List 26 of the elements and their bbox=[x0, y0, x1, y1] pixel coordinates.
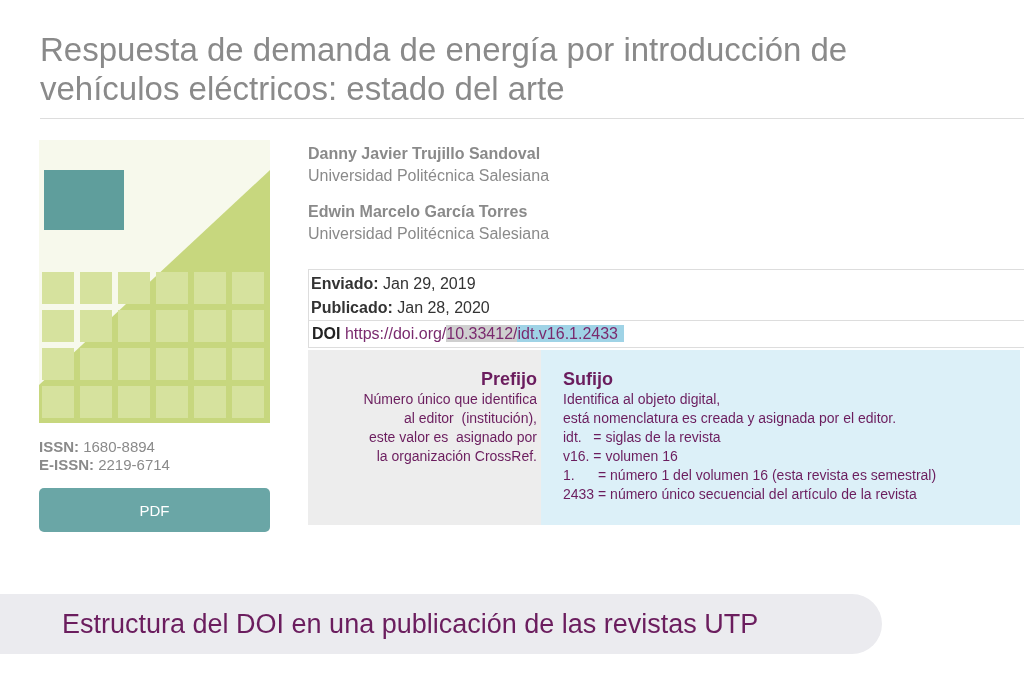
prefix-note-line: este valor es asignado por bbox=[367, 428, 537, 447]
doi-prefix[interactable]: 10.33412/ bbox=[446, 325, 518, 342]
prefix-note-line: la organización CrossRef. bbox=[375, 447, 537, 466]
date-text: Enviado: Jan 29, 2019 bbox=[311, 274, 477, 294]
suffix-note-line: 1. = número 1 del volumen 16 (esta revista es semestral) bbox=[563, 466, 938, 485]
suffix-note-line: 2433 = número único secuencial del artículo de la revista bbox=[563, 485, 918, 504]
author-affiliation: Universidad Politécnica Salesiana bbox=[308, 224, 551, 244]
issn-text: E-ISSN: 2219-6714 bbox=[39, 456, 171, 474]
author-name: Edwin Marcelo García Torres bbox=[308, 202, 529, 222]
prefix-note-line: al editor (institución), bbox=[402, 409, 537, 428]
author-affiliation: Universidad Politécnica Salesiana bbox=[308, 166, 551, 186]
author-name: Danny Javier Trujillo Sandoval bbox=[308, 144, 542, 164]
doi-label: DOI bbox=[312, 325, 341, 342]
prefix-note-line: Número único que identifica bbox=[362, 390, 537, 409]
suffix-note-line: v16. = volumen 16 bbox=[563, 447, 679, 466]
prefix-heading: Prefijo bbox=[480, 368, 537, 390]
doi-suffix[interactable]: idt.v16.1.2433 bbox=[517, 325, 624, 342]
date-text: Publicado: Jan 28, 2020 bbox=[311, 298, 491, 318]
caption-banner: Estructura del DOI en una publicación de las revistas UTP bbox=[0, 594, 882, 654]
article-title: Respuesta de demanda de energía por introducción de vehículos eléctricos: estado del arte bbox=[39, 30, 849, 108]
suffix-note-line: idt. = siglas de la revista bbox=[563, 428, 722, 447]
suffix-note-line: Identifica al objeto digital, bbox=[563, 390, 722, 409]
issn-text: ISSN: 1680-8894 bbox=[39, 438, 156, 456]
suffix-heading: Sufijo bbox=[563, 368, 614, 390]
suffix-note-line: está nomenclatura es creada y asignada por el editor. bbox=[563, 409, 898, 428]
doi-link-base[interactable]: https://doi.org/ bbox=[344, 325, 447, 342]
